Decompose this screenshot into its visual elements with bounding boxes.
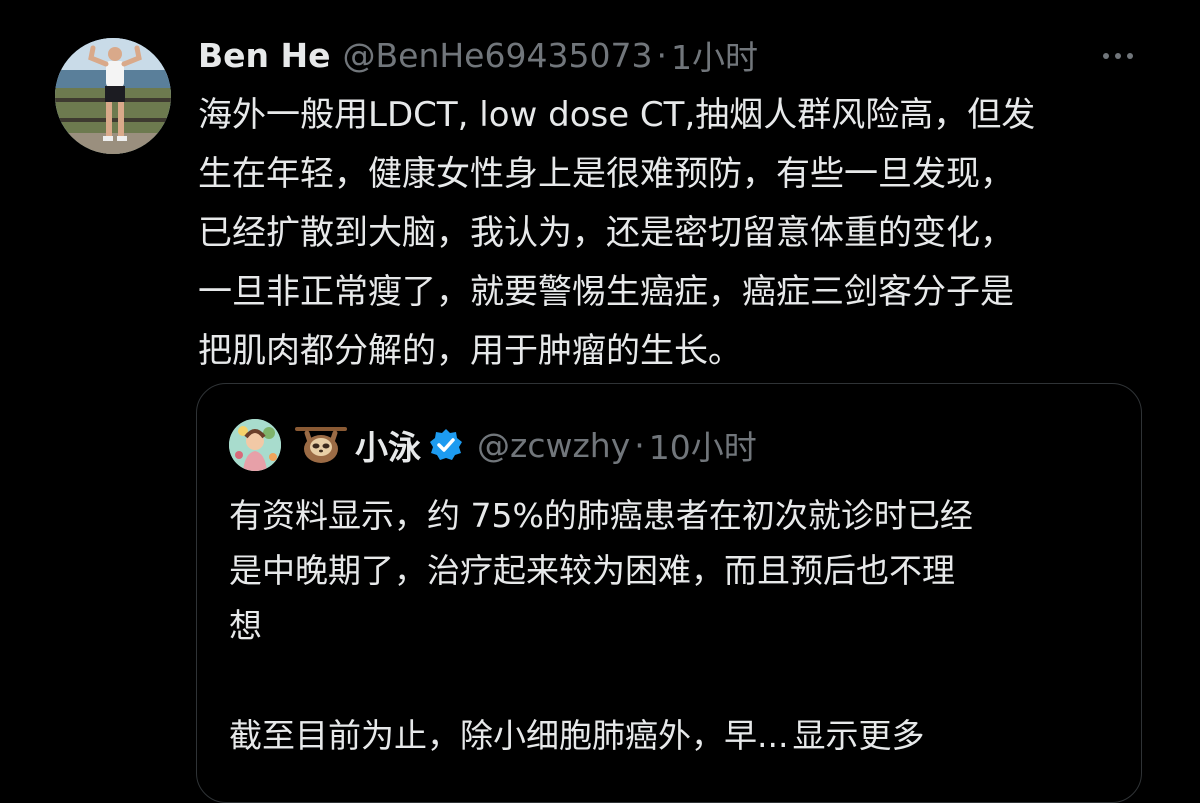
tweet[interactable]: Ben He @BenHe69435073 · 1小时 海外一般用LDCT, l… <box>0 0 1200 803</box>
separator-dot: · <box>634 425 645 465</box>
ellipsis-icon <box>1103 53 1109 59</box>
quoted-trailing-text: 截至目前为止，除小细胞肺癌外，早... <box>229 716 789 755</box>
quoted-author-handle[interactable]: @zcwzhy <box>477 426 630 465</box>
quoted-text-truncated: 截至目前为止，除小细胞肺癌外，早... 显示更多 <box>229 708 1119 763</box>
tweet-text-line: 海外一般用LDCT, low dose CT,抽烟人群风险高，但发 <box>198 95 1036 135</box>
quoted-tweet-body: 有资料显示，约 75%的肺癌患者在初次就诊时已经 是中晚期了，治疗起来较为困难，… <box>229 488 1119 763</box>
quoted-text-line: 想 <box>229 606 262 645</box>
author-avatar[interactable] <box>55 38 171 154</box>
illustrated-avatar-icon <box>229 419 281 471</box>
quoted-author-avatar[interactable] <box>229 419 281 471</box>
quoted-text-line: 有资料显示，约 75%的肺癌患者在初次就诊时已经 <box>229 496 973 535</box>
tweet-header: Ben He @BenHe69435073 · 1小时 <box>198 30 758 80</box>
tweet-text-line: 生在年轻，健康女性身上是很难预防，有些一旦发现， <box>198 154 1014 194</box>
quoted-author-display-name[interactable]: 小泳 <box>355 421 421 469</box>
ellipsis-icon <box>1115 53 1121 59</box>
more-options-button[interactable] <box>1096 42 1140 70</box>
quoted-text-line: 是中晚期了，治疗起来较为困难，而且预后也不理 <box>229 551 955 590</box>
tweet-body: 海外一般用LDCT, low dose CT,抽烟人群风险高，但发 生在年轻，健… <box>198 86 1158 381</box>
author-display-name[interactable]: Ben He <box>198 36 331 75</box>
quoted-tweet-timestamp[interactable]: 10小时 <box>649 421 757 469</box>
quoted-tweet-header: 小泳 @zcwzhy · 10小时 <box>229 419 757 471</box>
tweet-text-line: 一旦非正常瘦了，就要警惕生癌症，癌症三剑客分子是 <box>198 272 1014 312</box>
tweet-text-line: 已经扩散到大脑，我认为，还是密切留意体重的变化， <box>198 213 1014 253</box>
separator-dot: · <box>656 35 667 75</box>
quoted-tweet-card[interactable]: 小泳 @zcwzhy · 10小时 有资料显示，约 75%的肺癌患者在初次就诊时… <box>196 383 1142 803</box>
profile-photo-icon <box>55 38 171 154</box>
author-handle[interactable]: @BenHe69435073 <box>343 36 653 75</box>
tweet-timestamp[interactable]: 1小时 <box>671 31 758 79</box>
sloth-icon <box>295 427 347 463</box>
verified-badge-icon <box>430 429 462 460</box>
tweet-text-line: 把肌肉都分解的，用于肿瘤的生长。 <box>198 331 742 371</box>
ellipsis-icon <box>1127 53 1133 59</box>
show-more-link[interactable]: 显示更多 <box>792 716 924 755</box>
